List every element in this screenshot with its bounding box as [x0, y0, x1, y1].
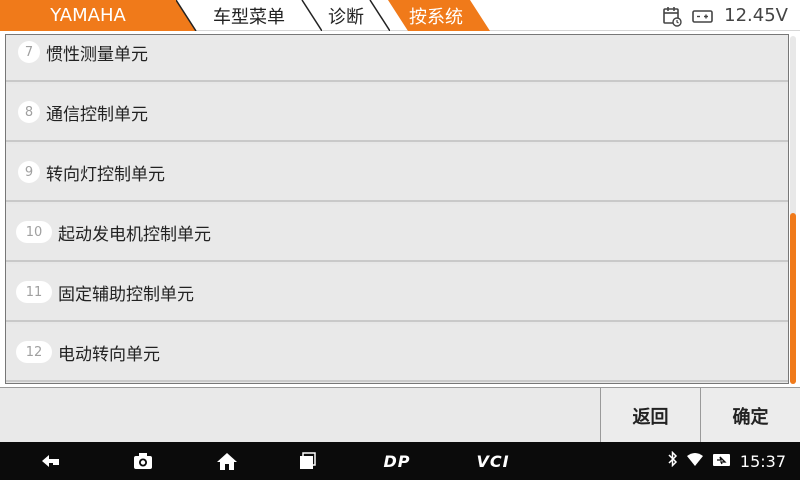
breadcrumb-system[interactable]: 按系统	[378, 0, 490, 31]
camera-icon[interactable]	[128, 442, 158, 480]
list-scrollbar[interactable]	[790, 36, 796, 384]
breadcrumb-diagnosis[interactable]: 诊断	[302, 0, 390, 31]
breadcrumb-diag-label: 诊断	[328, 6, 364, 28]
wifi-icon	[686, 452, 704, 471]
breadcrumb-system-label: 按系统	[409, 6, 463, 28]
calendar-clock-icon	[662, 5, 682, 27]
bluetooth-icon	[668, 450, 678, 471]
breadcrumb-brand[interactable]: YAMAHA	[0, 0, 196, 31]
action-bar: 返回 确定	[0, 387, 800, 443]
battery-status-icon	[712, 452, 732, 471]
dp-shortcut[interactable]: DP	[372, 442, 422, 480]
item-number: 8	[18, 101, 40, 123]
battery-icon	[692, 8, 714, 24]
system-list-area: 7 惯性测量单元 8 通信控制单元 9 转向灯控制单元 10 起动发电机控制单元…	[0, 31, 800, 387]
item-label: 转向灯控制单元	[46, 164, 165, 185]
home-icon[interactable]	[212, 442, 242, 480]
clock: 15:37	[739, 451, 786, 471]
app-root: YAMAHA 车型菜单 诊断 按系统 12.45V 7 惯性测量单元 8 通信控…	[0, 0, 800, 480]
confirm-button[interactable]: 确定	[700, 388, 800, 443]
item-number: 11	[16, 281, 52, 303]
list-item[interactable]: 12 电动转向单元	[6, 324, 788, 382]
item-label: 固定辅助控制单元	[58, 284, 194, 305]
top-bar: YAMAHA 车型菜单 诊断 按系统 12.45V	[0, 0, 800, 31]
breadcrumb-model-menu[interactable]: 车型菜单	[176, 0, 322, 31]
scrollbar-thumb[interactable]	[790, 213, 796, 384]
list-item[interactable]: 7 惯性测量单元	[6, 35, 788, 82]
recent-apps-icon[interactable]	[292, 442, 322, 480]
back-arrow-icon[interactable]	[36, 442, 66, 480]
android-nav-bar: DP VCI 15:37	[0, 442, 800, 480]
item-number: 12	[16, 341, 52, 363]
system-list[interactable]: 7 惯性测量单元 8 通信控制单元 9 转向灯控制单元 10 起动发电机控制单元…	[5, 34, 789, 384]
breadcrumb-brand-label: YAMAHA	[50, 5, 126, 26]
list-item[interactable]: 9 转向灯控制单元	[6, 144, 788, 202]
voltage-readout: 12.45V	[724, 5, 788, 26]
vci-label: VCI	[476, 451, 510, 471]
back-button[interactable]: 返回	[600, 388, 700, 443]
list-item[interactable]: 8 通信控制单元	[6, 84, 788, 142]
item-label: 起动发电机控制单元	[58, 224, 211, 245]
status-area: 12.45V	[662, 0, 788, 31]
dp-label: DP	[383, 451, 411, 471]
item-label: 电动转向单元	[58, 344, 160, 365]
list-item[interactable]: 11 固定辅助控制单元	[6, 264, 788, 322]
system-status: 15:37	[668, 442, 786, 480]
item-number: 7	[18, 41, 40, 63]
item-label: 惯性测量单元	[46, 44, 148, 65]
item-label: 通信控制单元	[46, 104, 148, 125]
vci-shortcut[interactable]: VCI	[468, 442, 518, 480]
breadcrumb-model-label: 车型菜单	[213, 6, 285, 28]
item-number: 10	[16, 221, 52, 243]
list-item[interactable]: 10 起动发电机控制单元	[6, 204, 788, 262]
item-number: 9	[18, 161, 40, 183]
